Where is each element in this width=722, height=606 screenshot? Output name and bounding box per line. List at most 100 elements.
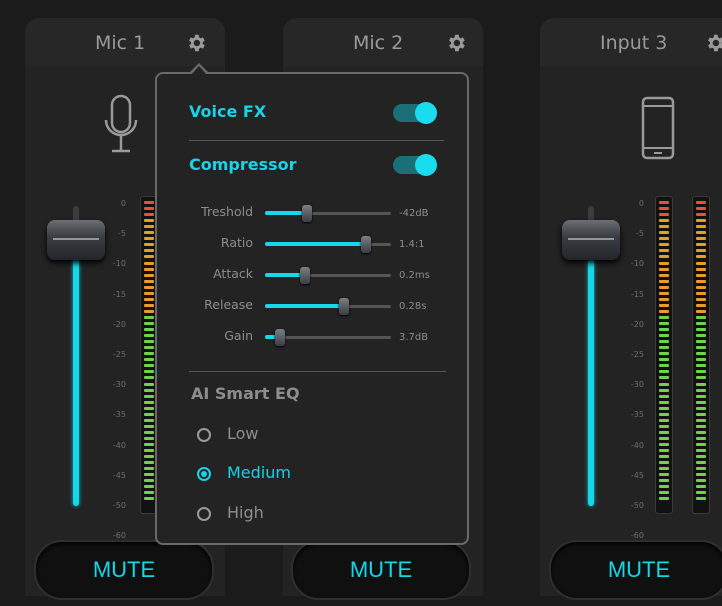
meter-segment [144, 346, 154, 350]
compressor-label: Compressor [189, 155, 297, 174]
meter-segment [696, 461, 706, 465]
slider-handle[interactable] [300, 267, 310, 284]
gear-icon[interactable] [445, 32, 467, 54]
meter-segment [659, 497, 669, 501]
meter-scale-label: -10 [112, 259, 126, 269]
meter-segment [659, 400, 669, 404]
settings-popup: Voice FX Compressor Treshold -42dB Ratio 1.… [155, 72, 469, 545]
voice-fx-toggle[interactable] [393, 102, 437, 124]
gear-icon[interactable] [704, 32, 722, 54]
slider-fill [265, 273, 305, 277]
meter-segment [696, 231, 706, 235]
compressor-toggle[interactable] [393, 154, 437, 176]
meter-segment [144, 467, 154, 471]
meter-segment [696, 285, 706, 289]
meter-segment [659, 225, 669, 229]
slider-label: Gain [224, 328, 253, 343]
meter-segment [696, 261, 706, 265]
eq-option-label[interactable]: Medium [227, 463, 291, 482]
slider-gain[interactable]: Gain 3.7dB [173, 328, 463, 348]
channel-header: Input 3 [540, 18, 722, 66]
meter-scale-label: 0 [638, 199, 644, 208]
meter-segment [696, 340, 706, 344]
meter-segment [659, 231, 669, 235]
eq-title: AI Smart EQ [191, 384, 300, 403]
meter-scale-label: -10 [630, 259, 644, 269]
meter-segment [144, 303, 154, 307]
fader-handle[interactable] [562, 220, 620, 260]
eq-option-label[interactable]: High [227, 503, 264, 522]
meter-segment [144, 461, 154, 465]
slider-handle[interactable] [339, 298, 349, 315]
microphone-icon [104, 94, 138, 153]
meter-segment [659, 207, 669, 211]
eq-option-label[interactable]: Low [227, 424, 259, 443]
channel-label: Mic 1 [95, 32, 146, 54]
meter-segment [659, 322, 669, 325]
meter-segment [696, 322, 706, 325]
meter-segment [659, 303, 669, 307]
meter-segment [144, 497, 154, 501]
meter-segment [696, 418, 706, 422]
meter-segment [144, 285, 154, 289]
slider-label: Attack [213, 266, 253, 281]
meter-scale-label: -60 [112, 531, 126, 541]
slider-treshold[interactable]: Treshold -42dB [173, 204, 463, 224]
slider-handle[interactable] [302, 205, 312, 222]
meter-segment [144, 297, 154, 301]
slider-attack[interactable]: Attack 0.2ms [173, 266, 463, 286]
gear-icon[interactable] [185, 32, 207, 54]
meter-segment [144, 273, 154, 277]
meter-segment [696, 394, 706, 398]
slider-fill [265, 304, 344, 308]
meter-segment [696, 207, 706, 211]
slider-handle[interactable] [361, 236, 371, 253]
slider-handle[interactable] [275, 329, 285, 346]
toggle-thumb [415, 154, 437, 176]
meter-segment [696, 352, 706, 356]
meter-segment [659, 376, 669, 380]
meter-segment [144, 213, 154, 217]
mute-button[interactable]: MUTE [34, 540, 214, 600]
slider-value: -42dB [399, 208, 429, 219]
meter-segment [144, 449, 154, 453]
meter-segment [144, 219, 154, 223]
meter-segment [696, 491, 706, 495]
mute-button[interactable]: MUTE [291, 540, 471, 600]
meter-segment [144, 207, 154, 211]
meter-segment [659, 315, 669, 319]
fader-handle[interactable] [47, 220, 105, 260]
meter-segment [144, 279, 154, 283]
meter-segment [659, 436, 669, 440]
slider-ratio[interactable]: Ratio 1.4:1 [173, 235, 463, 255]
meter-segment [144, 328, 154, 332]
meter-segment [659, 412, 669, 416]
mute-button[interactable]: MUTE [549, 540, 722, 600]
meter-segment [696, 297, 706, 301]
slider-label: Ratio [220, 235, 253, 250]
meter-segment [144, 249, 154, 253]
divider [189, 371, 446, 372]
meter-segment [696, 400, 706, 404]
meter-segment [659, 491, 669, 495]
meter-segment [696, 370, 706, 374]
meter-segment [659, 461, 669, 465]
meter-segment [696, 443, 706, 446]
meter-segment [696, 382, 706, 386]
meter-segment [144, 485, 154, 489]
meter-segment [144, 430, 154, 434]
toggle-thumb [415, 102, 437, 124]
eq-radio-medium[interactable] [197, 467, 211, 481]
meter-scale-label: -15 [630, 289, 644, 299]
meter-segment [696, 467, 706, 471]
eq-radio-high[interactable] [197, 507, 211, 521]
slider-value: 0.2ms [399, 270, 430, 281]
channel-label: Mic 2 [353, 32, 404, 54]
meter-scale-label: -15 [112, 289, 126, 299]
meter-segment [144, 364, 154, 368]
eq-radio-low[interactable] [197, 428, 211, 442]
meter-segment [696, 249, 706, 253]
meter-scale-label: -40 [112, 440, 126, 450]
meter-segment [696, 479, 706, 483]
slider-release[interactable]: Release 0.28s [173, 297, 463, 317]
